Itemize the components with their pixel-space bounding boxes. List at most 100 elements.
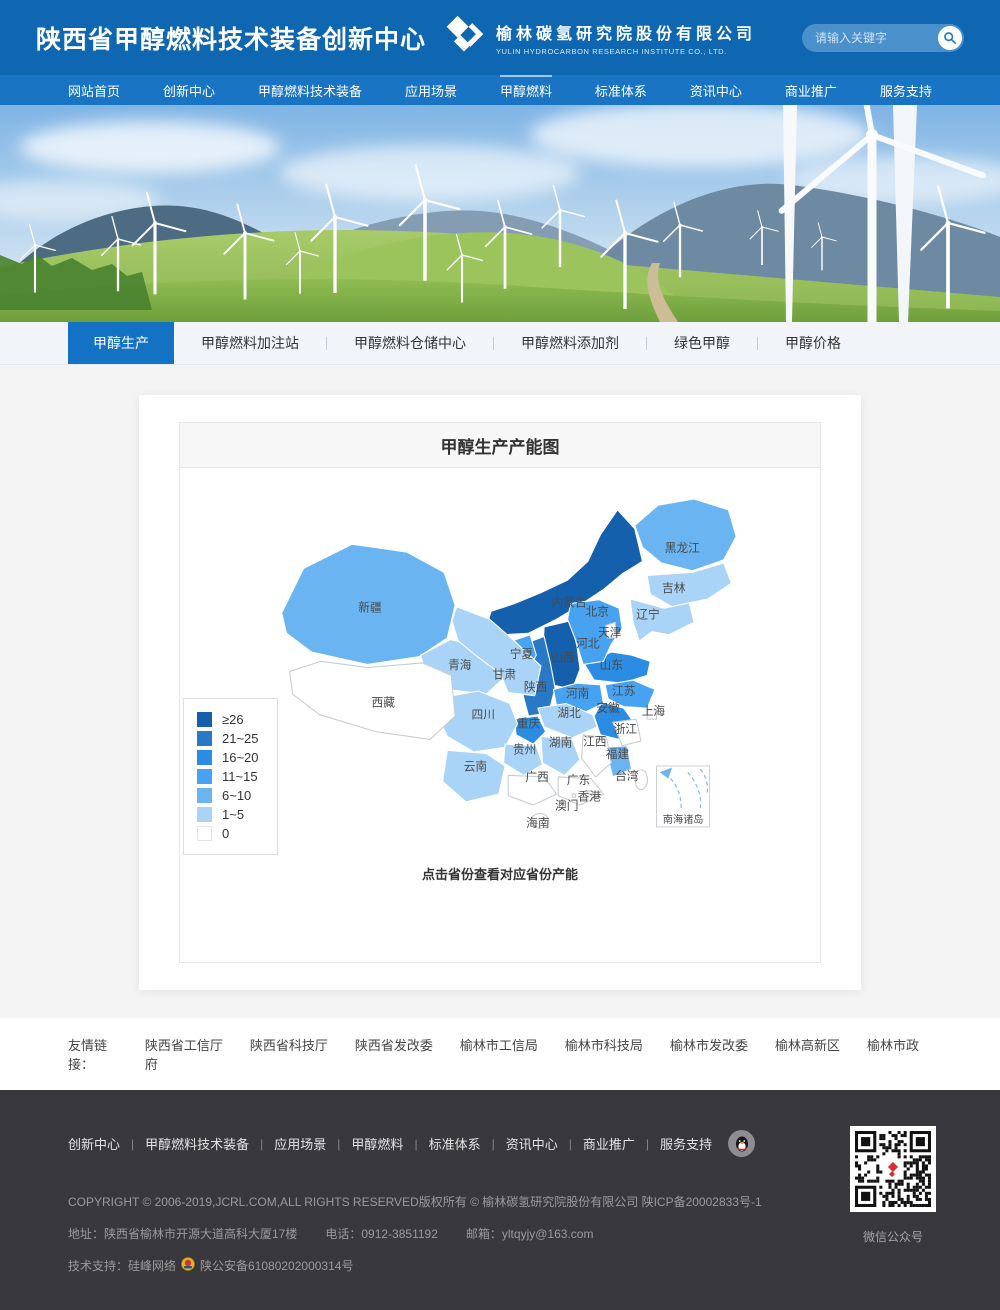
wechat-qr-code <box>850 1126 936 1212</box>
legend-label: 6~10 <box>222 788 251 803</box>
map-area: 内蒙古：≥26山西：≥26陕西：21~25山东：16~20安徽：16~20重庆：… <box>180 468 820 962</box>
province-yunnan[interactable]: 云南：1~5 <box>443 750 505 802</box>
nav-item-资讯中心[interactable]: 资讯中心 <box>684 75 748 105</box>
province-label-gansu: 甘肃 <box>493 669 517 682</box>
province-label-liaoning: 辽宁 <box>636 607 659 621</box>
nav-item-甲醇燃料[interactable]: 甲醇燃料 <box>494 75 558 105</box>
main-nav: 网站首页 创新中心 甲醇燃料技术装备 应用场景 甲醇燃料 标准体系 资讯中心 商业推广 服务支持 <box>0 75 1000 105</box>
qq-icon[interactable] <box>728 1130 755 1157</box>
footer: 创新中心|甲醇燃料技术装备|应用场景|甲醇燃料|标准体系|资讯中心|商业推广|服… <box>0 1090 1000 1310</box>
province-label-yunnan: 云南 <box>464 760 487 774</box>
province-label-hainan: 海南 <box>526 816 549 830</box>
province-heilongjiang[interactable]: 黑龙江：6~10 <box>635 499 737 571</box>
province-label-anhui: 安徽 <box>596 701 620 715</box>
copyright-text: COPYRIGHT © 2006-2019,JCRL.COM,ALL RIGHT… <box>68 1193 932 1210</box>
province-label-chongqing: 重庆 <box>517 717 541 731</box>
footer-nav-商业推广[interactable]: 商业推广 <box>583 1134 635 1153</box>
legend-item-0[interactable]: 0 <box>197 826 259 841</box>
contact-line: 地址：陕西省榆林市开源大道高科大厦17楼 电话：0912-3851192 邮箱：… <box>68 1225 932 1242</box>
legend-swatch <box>197 731 212 746</box>
police-record-text[interactable]: 陕公安备61080202000314号 <box>200 1257 353 1274</box>
province-label-shanxi: 山西 <box>551 651 574 664</box>
province-label-xizang: 西藏 <box>372 697 396 710</box>
footer-nav-甲醇燃料[interactable]: 甲醇燃料 <box>351 1134 403 1153</box>
friend-link-榆林市工信局[interactable]: 榆林市工信局 <box>460 1038 538 1053</box>
subnav-tab-甲醇价格[interactable]: 甲醇价格 <box>758 322 868 364</box>
tech-support-line: 技术支持：硅峰网络 陕公安备61080202000314号 <box>68 1257 932 1274</box>
footer-nav-应用场景[interactable]: 应用场景 <box>274 1134 326 1153</box>
legend-swatch <box>197 750 212 765</box>
nav-item-服务支持[interactable]: 服务支持 <box>874 75 938 105</box>
wind-farm-image <box>0 105 1000 322</box>
inset-label: 南海诸岛 <box>663 813 704 826</box>
subnav-tab-甲醇燃料添加剂[interactable]: 甲醇燃料添加剂 <box>494 322 646 364</box>
footer-nav-服务支持[interactable]: 服务支持 <box>660 1134 712 1153</box>
friend-link-榆林市发改委[interactable]: 榆林市发改委 <box>670 1038 748 1053</box>
footer-nav-separator: | <box>414 1137 417 1151</box>
china-map: 内蒙古：≥26山西：≥26陕西：21~25山东：16~20安徽：16~20重庆：… <box>266 488 766 855</box>
legend-item-11~15[interactable]: 11~15 <box>197 769 259 784</box>
footer-nav-separator: | <box>337 1137 340 1151</box>
province-label-shandong: 山东 <box>600 659 623 672</box>
company-name-cn: 榆林碳氢研究院股份有限公司 <box>496 20 756 44</box>
chart-title: 甲醇生产产能图 <box>180 423 820 468</box>
legend-label: 0 <box>222 826 229 841</box>
nav-item-创新中心[interactable]: 创新中心 <box>157 75 221 105</box>
friend-link-陕西省科技厅[interactable]: 陕西省科技厅 <box>250 1038 328 1053</box>
legend-item-16~20[interactable]: 16~20 <box>197 750 259 765</box>
province-label-xinjiang: 新疆 <box>358 600 382 614</box>
subnav-tab-甲醇生产[interactable]: 甲醇生产 <box>68 322 174 364</box>
friend-link-陕西省工信厅[interactable]: 陕西省工信厅 <box>145 1038 223 1053</box>
nav-item-网站首页[interactable]: 网站首页 <box>62 75 126 105</box>
nav-item-应用场景[interactable]: 应用场景 <box>399 75 463 105</box>
friend-links: 陕西省工信厅 陕西省科技厅 陕西省发改委 榆林市工信局 榆林市科技局 榆林市发改委 榆林高新… <box>145 1035 932 1073</box>
footer-nav-资讯中心[interactable]: 资讯中心 <box>506 1134 558 1153</box>
nav-item-甲醇燃料技术装备[interactable]: 甲醇燃料技术装备 <box>252 75 368 105</box>
company-logo-icon <box>442 13 486 62</box>
province-label-hunan: 湖南 <box>549 735 572 749</box>
footer-nav-separator: | <box>492 1137 495 1151</box>
friend-link-榆林高新区[interactable]: 榆林高新区 <box>775 1038 840 1053</box>
friend-link-榆林市科技局[interactable]: 榆林市科技局 <box>565 1038 643 1053</box>
province-label-macau: 澳门 <box>555 799 578 813</box>
province-label-guangxi: 广西 <box>525 771 548 784</box>
friend-link-陕西省发改委[interactable]: 陕西省发改委 <box>355 1038 433 1053</box>
province-label-shaanxi: 陕西 <box>524 680 547 694</box>
legend-label: ≥26 <box>222 712 244 727</box>
legend-item-1~5[interactable]: 1~5 <box>197 807 259 822</box>
province-label-guangdong: 广东 <box>567 774 590 787</box>
legend-label: 16~20 <box>222 750 259 765</box>
legend-swatch <box>197 712 212 727</box>
search-button[interactable] <box>938 26 962 50</box>
search-input[interactable] <box>815 31 938 45</box>
province-label-fujian: 福建 <box>606 747 630 761</box>
legend-label: 1~5 <box>222 807 244 822</box>
legend-item-21~25[interactable]: 21~25 <box>197 731 259 746</box>
footer-nav-创新中心[interactable]: 创新中心 <box>68 1134 120 1153</box>
footer-nav-标准体系[interactable]: 标准体系 <box>429 1134 481 1153</box>
province-label-heilongjiang: 黑龙江 <box>665 542 700 555</box>
hero-banner <box>0 105 1000 322</box>
legend-swatch <box>197 769 212 784</box>
province-label-guizhou: 贵州 <box>513 743 536 756</box>
legend-item-≥26[interactable]: ≥26 <box>197 712 259 727</box>
province-label-hubei: 湖北 <box>557 706 581 720</box>
province-label-neimenggu: 内蒙古 <box>552 596 587 610</box>
province-label-jiangsu: 江苏 <box>612 685 636 698</box>
footer-nav-甲醇燃料技术装备[interactable]: 甲醇燃料技术装备 <box>145 1134 249 1153</box>
province-label-beijing: 北京 <box>586 604 609 618</box>
province-label-qinghai: 青海 <box>448 658 472 672</box>
footer-nav-separator: | <box>569 1137 572 1151</box>
subnav-tab-甲醇燃料仓储中心[interactable]: 甲醇燃料仓储中心 <box>327 322 493 364</box>
south-china-sea-inset: 南海诸岛 <box>657 766 710 827</box>
legend-item-6~10[interactable]: 6~10 <box>197 788 259 803</box>
footer-nav: 创新中心|甲醇燃料技术装备|应用场景|甲醇燃料|标准体系|资讯中心|商业推广|服… <box>68 1130 932 1157</box>
subnav-tab-绿色甲醇[interactable]: 绿色甲醇 <box>647 322 757 364</box>
province-label-shanghai: 上海 <box>642 704 666 718</box>
nav-item-商业推广[interactable]: 商业推广 <box>779 75 843 105</box>
province-macau[interactable]: 澳门：0 <box>572 794 575 797</box>
nav-item-标准体系[interactable]: 标准体系 <box>589 75 653 105</box>
subnav-tab-甲醇燃料加注站[interactable]: 甲醇燃料加注站 <box>174 322 326 364</box>
friend-links-bar: 友情链接： 陕西省工信厅陕西省科技厅陕西省发改委榆林市工信局榆林市科技局榆林市发… <box>0 1018 1000 1090</box>
phone-text: 电话：0912-3851192 <box>325 1225 438 1242</box>
